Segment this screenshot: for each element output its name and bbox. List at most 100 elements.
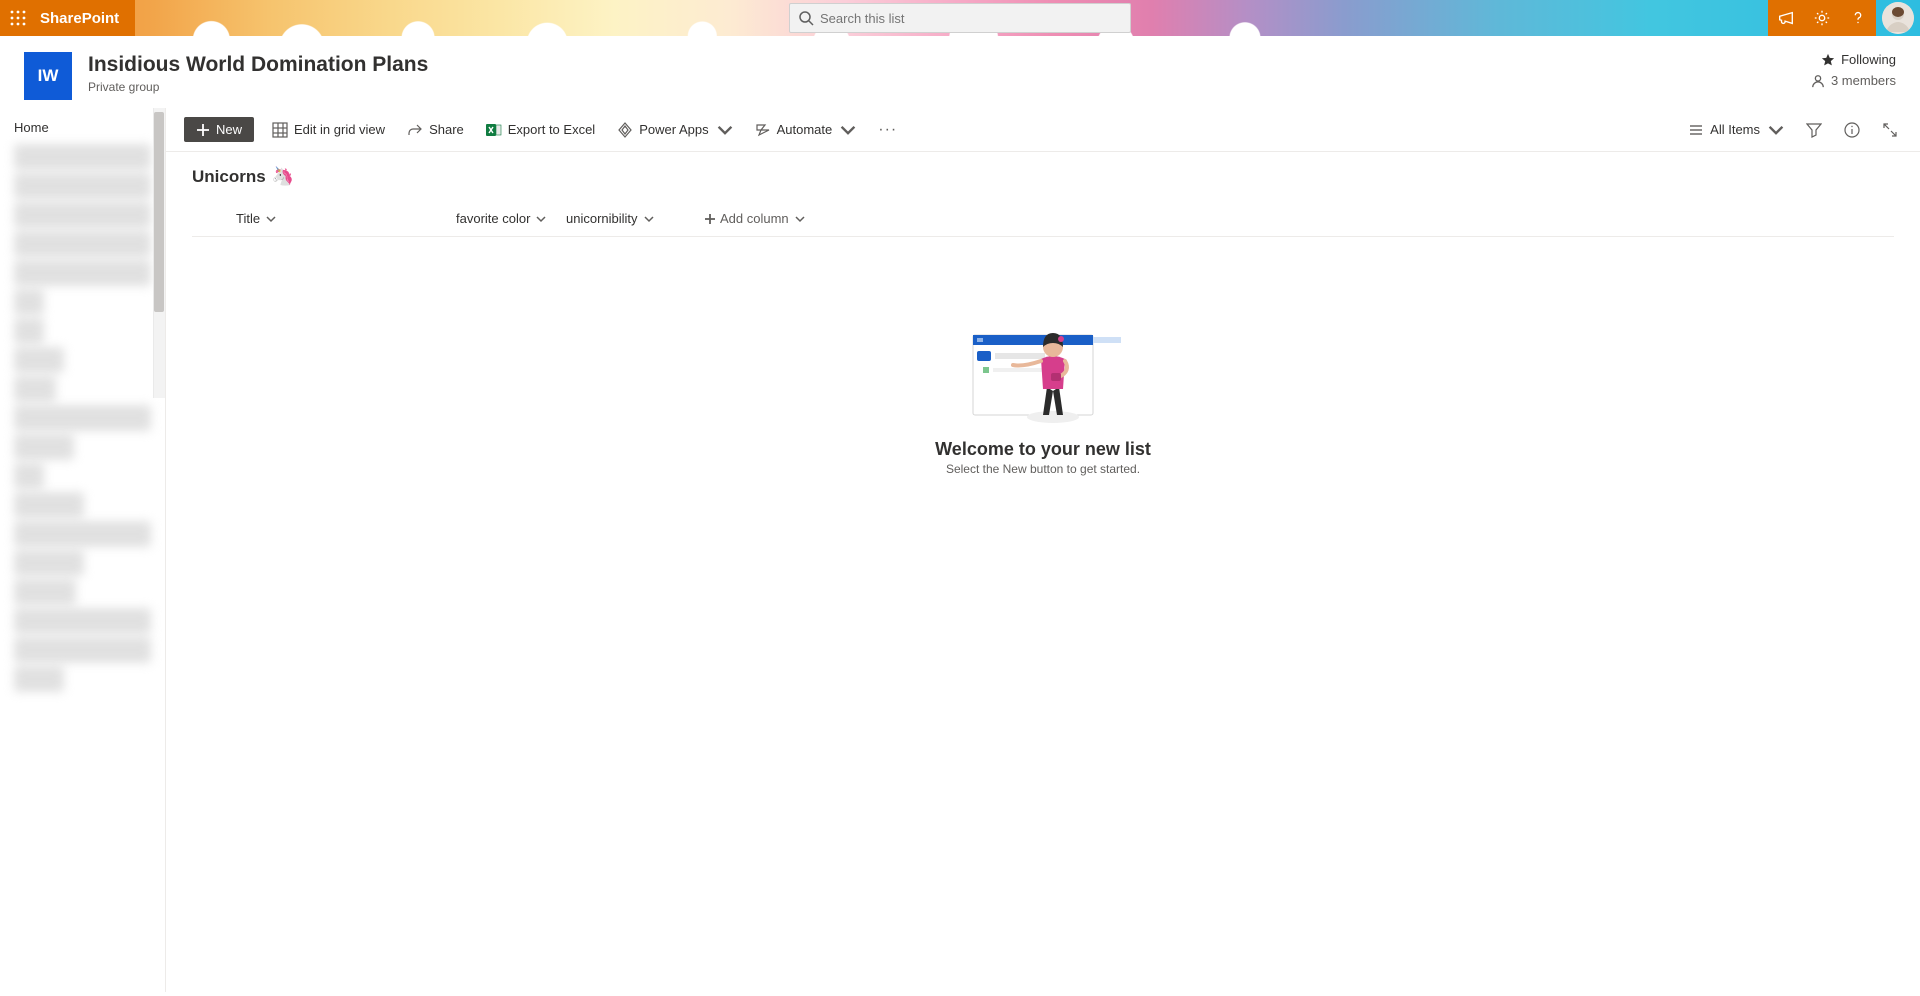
suite-header: SharePoint [0,0,1920,36]
add-column-label: Add column [720,211,789,226]
chevron-down-icon [717,122,733,138]
list-title: Unicorns 🦄 [192,166,1894,187]
add-column-button[interactable]: Add column [704,211,805,226]
chevron-down-icon [795,214,805,224]
list-area: Unicorns 🦄 Title favorite color unicorni… [166,152,1920,992]
new-button[interactable]: New [184,117,254,142]
excel-icon [486,122,502,138]
automate-button[interactable]: Automate [751,118,861,142]
view-selector-label: All Items [1710,122,1760,137]
user-avatar[interactable] [1882,2,1914,34]
nav-item-redacted[interactable] [14,318,44,344]
search-box[interactable] [789,3,1131,33]
announcements-button[interactable] [1768,0,1804,36]
list-icon [1688,122,1704,138]
nav-item-redacted[interactable] [14,231,151,257]
site-privacy-label: Private group [88,80,1811,94]
expand-button[interactable] [1878,118,1902,142]
new-label: New [216,122,242,137]
nav-item-redacted[interactable] [14,492,84,518]
power-apps-button[interactable]: Power Apps [613,118,736,142]
question-icon [1849,9,1867,27]
search-input[interactable] [820,11,1122,26]
automate-label: Automate [777,122,833,137]
nav-home[interactable]: Home [0,114,165,141]
more-actions-button[interactable]: ··· [874,121,901,139]
filter-button[interactable] [1802,118,1826,142]
search-icon [798,10,814,26]
expand-icon [1882,122,1898,138]
column-header-title[interactable]: Title [236,211,456,226]
help-button[interactable] [1840,0,1876,36]
follow-button[interactable]: Following [1811,52,1896,67]
export-excel-button[interactable]: Export to Excel [482,118,599,142]
app-launcher-button[interactable] [0,0,36,36]
chevron-down-icon [1768,122,1784,138]
column-header-favorite-color[interactable]: favorite color [456,211,566,226]
empty-state-title: Welcome to your new list [935,439,1151,460]
chevron-down-icon [644,214,654,224]
automate-icon [755,122,771,138]
left-nav: Home [0,108,166,992]
edit-grid-label: Edit in grid view [294,122,385,137]
share-label: Share [429,122,464,137]
brand-link[interactable]: SharePoint [36,0,135,36]
settings-button[interactable] [1804,0,1840,36]
power-apps-label: Power Apps [639,122,708,137]
site-logo[interactable]: IW [24,52,72,100]
nav-item-redacted[interactable] [14,579,76,605]
nav-scrollbar-thumb[interactable] [154,112,164,312]
share-icon [407,122,423,138]
list-title-text: Unicorns [192,167,266,187]
person-icon [1811,74,1825,88]
filter-icon [1806,122,1822,138]
info-button[interactable] [1840,118,1864,142]
nav-item-redacted[interactable] [14,637,151,663]
chevron-down-icon [840,122,856,138]
nav-item-redacted[interactable] [14,463,44,489]
site-header: IW Insidious World Domination Plans Priv… [0,36,1920,108]
empty-state: Welcome to your new list Select the New … [192,307,1894,476]
view-selector-button[interactable]: All Items [1684,118,1788,142]
column-header-row: Title favorite color unicornibility Add … [192,201,1894,237]
waffle-icon [10,10,26,26]
nav-scrollbar-track[interactable] [153,108,165,398]
column-header-unicornibility[interactable]: unicornibility [566,211,676,226]
header-decoration [108,0,1400,36]
nav-item-redacted[interactable] [14,434,74,460]
nav-item-redacted[interactable] [14,289,44,315]
edit-grid-button[interactable]: Edit in grid view [268,118,389,142]
nav-item-redacted[interactable] [14,521,151,547]
nav-item-redacted[interactable] [14,144,151,170]
nav-item-redacted[interactable] [14,608,151,634]
nav-item-redacted[interactable] [14,550,84,576]
gear-icon [1813,9,1831,27]
nav-item-redacted[interactable] [14,347,64,373]
nav-item-redacted[interactable] [14,376,56,402]
empty-state-subtitle: Select the New button to get started. [946,462,1140,476]
column-header-title-label: Title [236,211,260,226]
members-label: 3 members [1831,73,1896,88]
column-header-favorite-color-label: favorite color [456,211,530,226]
site-title[interactable]: Insidious World Domination Plans [88,52,1811,78]
grid-view-icon [272,122,288,138]
nav-item-redacted[interactable] [14,202,151,228]
export-excel-label: Export to Excel [508,122,595,137]
list-title-emoji: 🦄 [272,166,294,187]
megaphone-icon [1777,9,1795,27]
nav-item-redacted[interactable] [14,260,151,286]
chevron-down-icon [266,214,276,224]
plus-icon [704,213,716,225]
share-button[interactable]: Share [403,118,468,142]
members-button[interactable]: 3 members [1811,73,1896,88]
follow-label: Following [1841,52,1896,67]
nav-item-redacted[interactable] [14,405,151,431]
empty-state-illustration [963,307,1123,427]
column-header-unicornibility-label: unicornibility [566,211,638,226]
nav-item-redacted[interactable] [14,173,151,199]
avatar-icon [1882,2,1914,34]
command-bar: New Edit in grid view Share Export to Ex… [166,108,1920,152]
star-filled-icon [1821,53,1835,67]
info-icon [1844,122,1860,138]
nav-item-redacted[interactable] [14,666,64,692]
